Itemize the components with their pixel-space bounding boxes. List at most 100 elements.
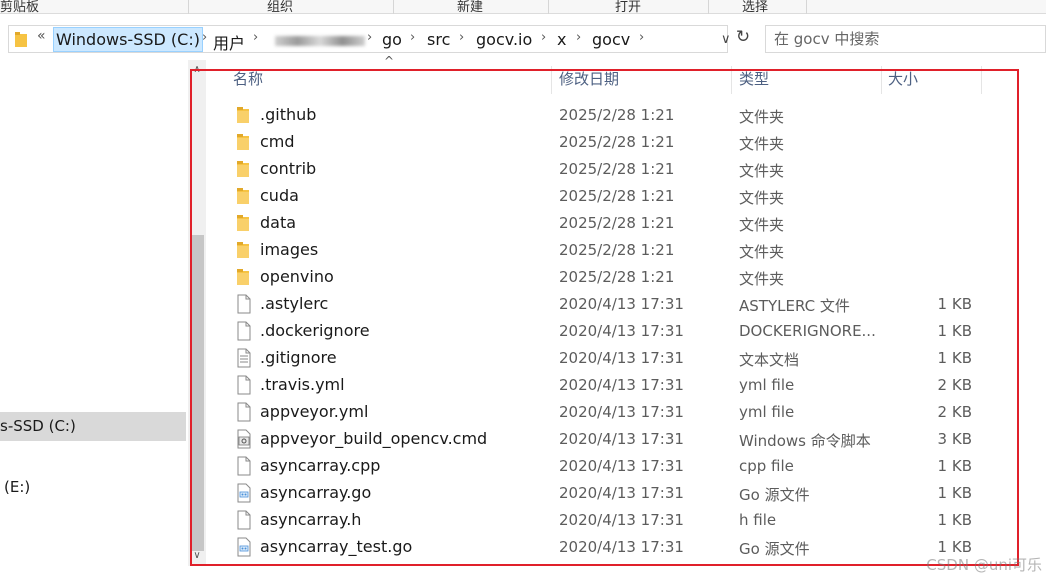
file-name[interactable]: contrib [260,159,316,178]
breadcrumb-overflow-button[interactable]: « [37,28,46,44]
file-size: 1 KB [937,349,972,367]
folder-icon [236,159,252,179]
file-row[interactable]: asyncarray_test.go 2020/4/13 17:31 Go 源文件 1… [206,534,1016,561]
nav-item-drive-c[interactable]: s-SSD (C:) [0,412,186,441]
file-name[interactable]: data [260,213,296,232]
file-name[interactable]: .astylerc [260,294,328,313]
search-input[interactable] [774,30,1034,48]
file-icon [236,321,252,341]
file-name[interactable]: appveyor.yml [260,402,368,421]
file-row[interactable]: asyncarray.cpp 2020/4/13 17:31 cpp file 1 K… [206,453,1016,480]
ribbon-group-new: 新建 [457,0,484,15]
column-header-name[interactable]: 名称 [233,68,263,89]
file-type: ASTYLERC 文件 [739,297,850,315]
column-header-type[interactable]: 类型 [739,68,769,89]
file-name[interactable]: asyncarray.go [260,483,371,502]
column-header-size[interactable]: 大小 [888,68,918,89]
scroll-up-icon[interactable]: ∧ [188,62,206,78]
refresh-icon[interactable]: ↻ [732,27,754,49]
nav-item-drive-e[interactable]: (E:) [0,473,186,502]
breadcrumb-separator[interactable]: › [639,30,644,45]
file-name[interactable]: .github [260,105,316,124]
vertical-scrollbar[interactable]: ∧ ∨ [188,60,206,566]
folder-icon [236,240,252,260]
file-modified: 2020/4/13 17:31 [559,457,684,475]
file-name[interactable]: .gitignore [260,348,337,367]
file-row[interactable]: asyncarray.go 2020/4/13 17:31 Go 源文件 1 KB [206,480,1016,507]
file-row[interactable]: .travis.yml 2020/4/13 17:31 yml file 2 KB [206,372,1016,399]
file-row[interactable]: cuda 2025/2/28 1:21 文件夹 [206,183,1016,210]
file-size: 1 KB [937,484,972,502]
file-row[interactable]: .github 2025/2/28 1:21 文件夹 [206,102,1016,129]
navigation-pane: s-SSD (C:) (E:) [0,60,186,581]
file-modified: 2020/4/13 17:31 [559,511,684,529]
search-box[interactable] [765,25,1046,53]
watermark: CSDN @uni可乐 [926,556,1042,574]
file-row[interactable]: cmd 2025/2/28 1:21 文件夹 [206,129,1016,156]
breadcrumb-separator[interactable]: › [541,30,546,45]
file-name[interactable]: openvino [260,267,334,286]
file-name[interactable]: .travis.yml [260,375,345,394]
file-modified: 2025/2/28 1:21 [559,241,675,259]
file-name[interactable]: images [260,240,318,259]
ribbon-group-clipboard: 剪贴板 [0,0,40,15]
file-type: 文件夹 [739,216,785,234]
file-modified: 2025/2/28 1:21 [559,160,675,178]
file-type: Windows 命令脚本 [739,432,871,450]
file-size: 2 KB [937,376,972,394]
file-name[interactable]: asyncarray_test.go [260,537,412,556]
file-name[interactable]: cmd [260,132,295,151]
file-row[interactable]: data 2025/2/28 1:21 文件夹 [206,210,1016,237]
column-divider[interactable] [881,66,882,94]
file-size: 1 KB [937,322,972,340]
address-bar[interactable]: « Windows-SSD (C:) › 用户 › › go › src › g… [8,25,731,54]
breadcrumb-separator[interactable]: › [410,30,415,45]
breadcrumb-users[interactable]: 用户 [213,30,245,54]
ribbon-group-organize: 组织 [267,0,294,15]
column-divider[interactable] [551,66,552,94]
breadcrumb-gocv[interactable]: gocv [592,30,630,49]
column-divider[interactable] [731,66,732,94]
file-row[interactable]: openvino 2025/2/28 1:21 文件夹 [206,264,1016,291]
breadcrumb-gocv-io[interactable]: gocv.io [476,30,532,49]
file-modified: 2020/4/13 17:31 [559,295,684,313]
breadcrumb-username-redacted[interactable] [275,36,365,46]
file-modified: 2025/2/28 1:21 [559,214,675,232]
file-row[interactable]: .gitignore 2020/4/13 17:31 文本文档 1 KB [206,345,1016,372]
folder-icon [236,213,252,233]
file-icon [236,456,252,476]
file-size: 2 KB [937,403,972,421]
file-row[interactable]: images 2025/2/28 1:21 文件夹 [206,237,1016,264]
file-type: Go 源文件 [739,540,810,558]
file-row[interactable]: appveyor_build_opencv.cmd 2020/4/13 17:31… [206,426,1016,453]
file-row[interactable]: contrib 2025/2/28 1:21 文件夹 [206,156,1016,183]
file-row[interactable]: asyncarray.h 2020/4/13 17:31 h file 1 KB [206,507,1016,534]
file-type: cpp file [739,457,794,475]
address-history-dropdown[interactable]: ∨ [721,32,731,47]
breadcrumb-x[interactable]: x [557,30,566,49]
column-header-modified[interactable]: 修改日期 [559,68,619,89]
scrollbar-thumb[interactable] [190,235,204,551]
file-row[interactable]: .astylerc 2020/4/13 17:31 ASTYLERC 文件 1 KB [206,291,1016,318]
script-file-icon [236,429,252,449]
breadcrumb-src[interactable]: src [427,30,450,49]
file-row[interactable]: .dockerignore 2020/4/13 17:31 DOCKERIGNORE… [206,318,1016,345]
file-name[interactable]: cuda [260,186,299,205]
breadcrumb-separator[interactable]: › [202,30,207,45]
breadcrumb-drive-c[interactable]: Windows-SSD (C:) [53,27,203,52]
file-name[interactable]: appveyor_build_opencv.cmd [260,429,487,448]
breadcrumb-separator[interactable]: › [367,30,372,45]
file-row[interactable]: appveyor.yml 2020/4/13 17:31 yml file 2 KB [206,399,1016,426]
file-type: 文件夹 [739,270,785,288]
file-name[interactable]: asyncarray.cpp [260,456,380,475]
breadcrumb-separator[interactable]: › [576,30,581,45]
file-modified: 2020/4/13 17:31 [559,538,684,556]
file-modified: 2020/4/13 17:31 [559,484,684,502]
file-name[interactable]: .dockerignore [260,321,370,340]
column-divider[interactable] [981,66,982,94]
file-name[interactable]: asyncarray.h [260,510,361,529]
breadcrumb-separator[interactable]: › [253,30,258,45]
breadcrumb-go[interactable]: go [382,30,402,49]
breadcrumb-separator[interactable]: › [459,30,464,45]
scroll-down-icon[interactable]: ∨ [188,548,206,564]
